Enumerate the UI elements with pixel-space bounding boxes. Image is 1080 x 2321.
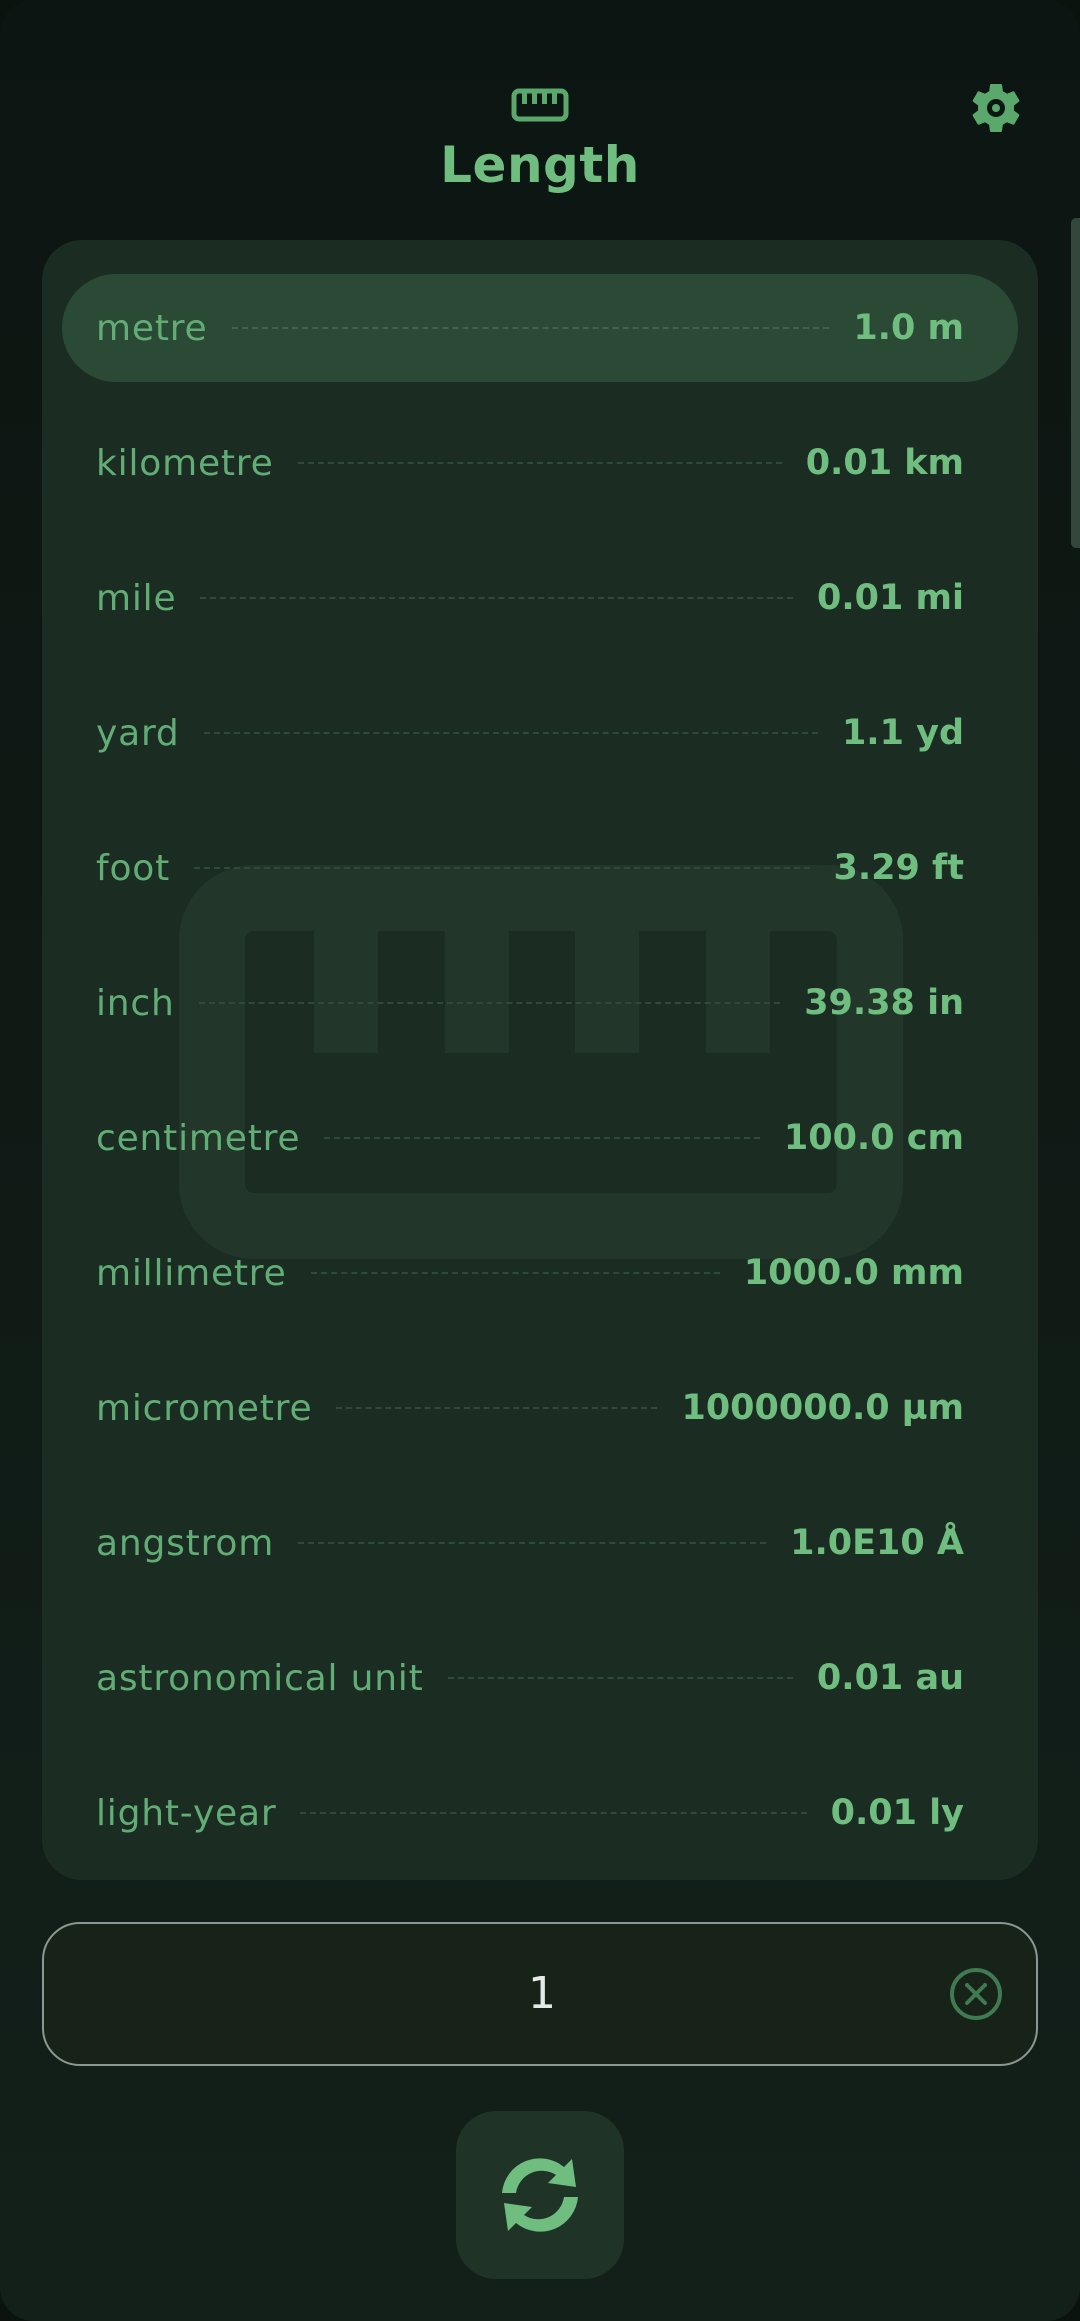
unit-row-metre[interactable]: metre 1.0 m bbox=[62, 274, 1018, 382]
dotted-leader bbox=[200, 597, 793, 599]
ruler-watermark-icon bbox=[179, 865, 903, 1259]
unit-row-inch[interactable]: inch 39.38 in bbox=[62, 949, 1018, 1057]
input-value[interactable]: 1 bbox=[44, 1924, 1040, 2064]
dotted-leader bbox=[310, 1272, 720, 1274]
unit-name: metre bbox=[96, 307, 208, 349]
unit-value: 1.0E10 Å bbox=[790, 1523, 964, 1563]
unit-row-yard[interactable]: yard 1.1 yd bbox=[62, 679, 1018, 787]
unit-name: light-year bbox=[96, 1792, 277, 1834]
unit-row-angstrom[interactable]: angstrom 1.0E10 Å bbox=[62, 1489, 1018, 1597]
swap-icon bbox=[502, 2158, 578, 2232]
unit-row-mile[interactable]: mile 0.01 mi bbox=[62, 544, 1018, 652]
unit-name: inch bbox=[96, 982, 175, 1024]
unit-name: angstrom bbox=[96, 1522, 275, 1564]
gear-icon[interactable] bbox=[966, 78, 1026, 138]
unit-row-kilometre[interactable]: kilometre 0.01 km bbox=[62, 409, 1018, 517]
unit-name: millimetre bbox=[96, 1252, 287, 1294]
unit-value: 0.01 ly bbox=[830, 1793, 964, 1833]
dotted-leader bbox=[298, 1542, 767, 1544]
unit-name: foot bbox=[96, 847, 171, 889]
unit-name: micrometre bbox=[96, 1387, 313, 1429]
unit-value: 1000.0 mm bbox=[743, 1253, 964, 1293]
unit-value: 1.0 m bbox=[853, 308, 964, 348]
swap-button[interactable] bbox=[456, 2111, 624, 2279]
page-title: Length bbox=[440, 136, 640, 194]
unit-value: 0.01 km bbox=[805, 443, 964, 483]
dotted-leader bbox=[194, 867, 810, 869]
value-input[interactable]: 1 bbox=[42, 1922, 1038, 2066]
ruler-icon bbox=[511, 88, 569, 122]
app-screen: Length metre 1.0 m kilometre 0.01 km mil… bbox=[0, 0, 1080, 2321]
dotted-leader bbox=[198, 1002, 781, 1004]
unit-row-light-year[interactable]: light-year 0.01 ly bbox=[62, 1759, 1018, 1867]
unit-row-foot[interactable]: foot 3.29 ft bbox=[62, 814, 1018, 922]
dotted-leader bbox=[447, 1677, 793, 1679]
scrollbar[interactable] bbox=[1071, 218, 1080, 548]
unit-value: 0.01 mi bbox=[816, 578, 964, 618]
unit-row-centimetre[interactable]: centimetre 100.0 cm bbox=[62, 1084, 1018, 1192]
unit-row-millimetre[interactable]: millimetre 1000.0 mm bbox=[62, 1219, 1018, 1327]
unit-value: 1000000.0 µm bbox=[681, 1388, 964, 1428]
unit-value: 39.38 in bbox=[804, 983, 964, 1023]
unit-name: kilometre bbox=[96, 442, 274, 484]
unit-row-micrometre[interactable]: micrometre 1000000.0 µm bbox=[62, 1354, 1018, 1462]
unit-value: 0.01 au bbox=[816, 1658, 964, 1698]
dotted-leader bbox=[324, 1137, 760, 1139]
dotted-leader bbox=[231, 327, 830, 329]
clear-icon[interactable] bbox=[949, 1967, 1003, 2021]
unit-value: 3.29 ft bbox=[833, 848, 965, 888]
dotted-leader bbox=[300, 1812, 807, 1814]
unit-name: centimetre bbox=[96, 1117, 301, 1159]
unit-name: astronomical unit bbox=[96, 1657, 424, 1699]
dotted-leader bbox=[297, 462, 782, 464]
unit-list: metre 1.0 m kilometre 0.01 km mile 0.01 … bbox=[42, 240, 1038, 1880]
unit-value: 100.0 cm bbox=[783, 1118, 964, 1158]
dotted-leader bbox=[203, 732, 818, 734]
unit-name: yard bbox=[96, 712, 180, 754]
unit-name: mile bbox=[96, 577, 177, 619]
dotted-leader bbox=[336, 1407, 658, 1409]
unit-value: 1.1 yd bbox=[841, 713, 964, 753]
unit-row-astronomical-unit[interactable]: astronomical unit 0.01 au bbox=[62, 1624, 1018, 1732]
